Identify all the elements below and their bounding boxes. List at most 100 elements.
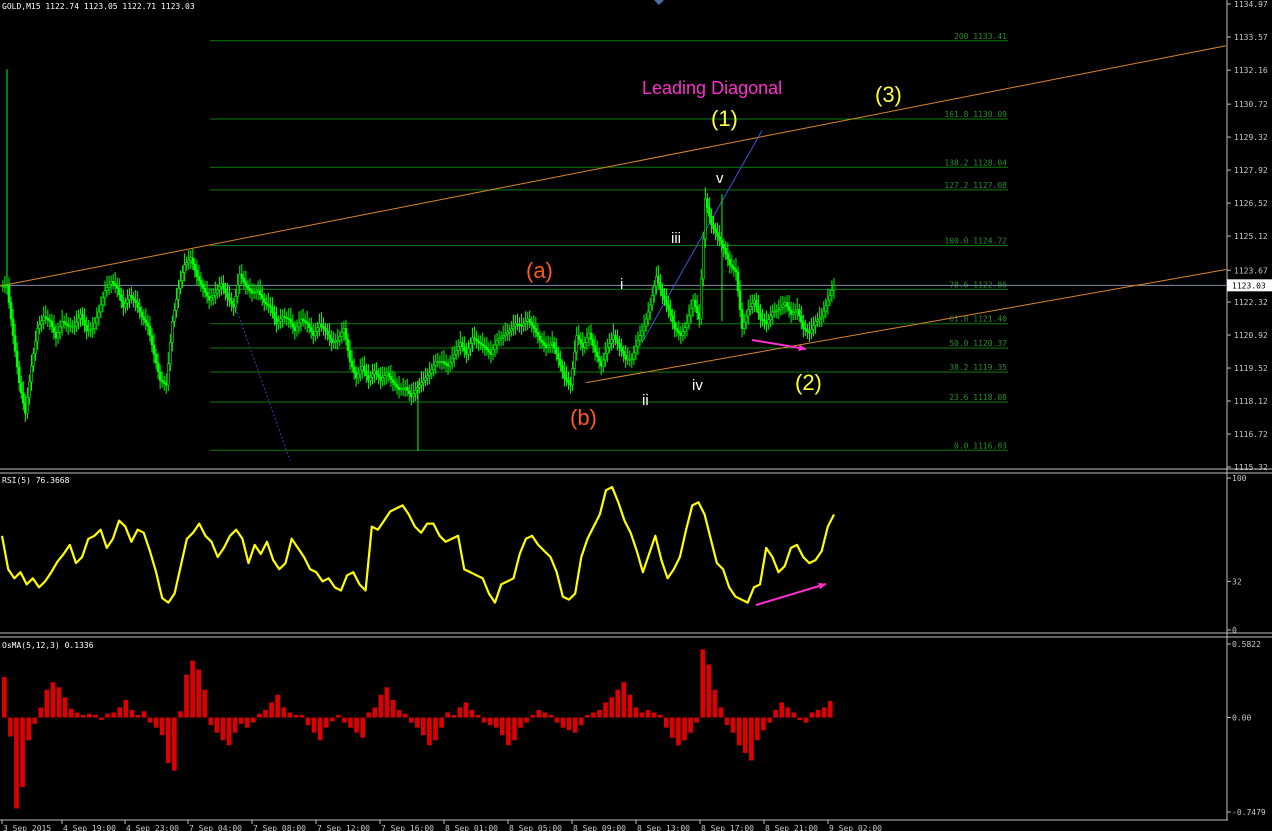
candle-body (17, 366, 21, 383)
osma-bar (281, 707, 287, 718)
candle-body (683, 327, 687, 332)
candle-body (561, 365, 564, 372)
osma-bar (14, 717, 19, 809)
osma-bar (700, 649, 706, 718)
candle-body (687, 315, 691, 325)
price-axis-tick-label: 1120.92 (1234, 331, 1268, 340)
candle-body (524, 321, 527, 325)
candle-body (316, 327, 319, 332)
candle-body (697, 312, 701, 320)
time-axis-tick-label: 4 Sep 23:00 (126, 824, 179, 831)
candle-body (309, 327, 313, 332)
candle-body (512, 325, 515, 329)
candle-body (655, 276, 658, 287)
osma-bar (748, 717, 754, 761)
candle-body (328, 334, 331, 339)
candle-body (436, 361, 440, 363)
fib-level-label: 100.0 1124.72 (944, 237, 1007, 246)
candle-body (608, 343, 611, 348)
fib-level-label: 0.0 1116.03 (954, 441, 1007, 450)
candle-body (610, 339, 613, 344)
osma-bar (275, 694, 280, 718)
candle-body (689, 307, 693, 317)
fib-level-label: 23.6 1118.08 (949, 393, 1007, 402)
osma-bar (554, 717, 560, 723)
candle-body (224, 288, 227, 294)
candle-body (706, 198, 709, 208)
osma-bar (68, 708, 74, 718)
osma-bar (299, 715, 305, 718)
candle-body (338, 336, 342, 341)
candle-body (546, 345, 550, 348)
candle-body (503, 333, 507, 336)
fib-level-label: 127.2 1127.08 (944, 181, 1007, 190)
candle-body (520, 325, 523, 327)
osma-bar (809, 712, 815, 718)
candle-body (373, 370, 376, 375)
candle-body (806, 329, 809, 332)
candle-body (154, 354, 158, 364)
candle-body (340, 332, 344, 337)
candle-body (117, 288, 121, 295)
candle-body (495, 339, 499, 346)
candle-body (42, 316, 46, 321)
candle-body (722, 244, 726, 249)
candle-body (454, 350, 458, 355)
candle-body (142, 316, 146, 321)
candle-body (475, 339, 478, 342)
candle-body (665, 299, 668, 306)
osma-bar (196, 669, 202, 718)
candle-body (638, 335, 642, 341)
candle-body (162, 381, 166, 384)
candle-body (189, 257, 193, 261)
candle-body (191, 257, 195, 265)
candle-body (181, 272, 184, 281)
trading-chart[interactable]: 200 1133.41 161.8 1130.09 138.2 1128.04 127… (0, 0, 1272, 831)
candle-body (669, 309, 672, 317)
candle-body (260, 294, 264, 299)
fib-level-label: 161.8 1130.09 (944, 110, 1007, 119)
candle-body (695, 306, 699, 314)
candle-body (438, 361, 442, 363)
candle-body (736, 271, 740, 292)
candle-body (307, 323, 311, 328)
osma-bar (172, 717, 177, 771)
candle-body (452, 354, 456, 359)
osma-bar (26, 717, 31, 741)
time-axis-tick-label: 8 Sep 13:00 (637, 824, 690, 831)
candle-body (636, 339, 640, 347)
candle-body (281, 316, 284, 320)
osma-bar (548, 715, 554, 718)
candle-body (491, 349, 495, 355)
annotations: Leading Diagonal (1) (2) (3) (a) (b) i i… (526, 78, 902, 430)
osma-bar (445, 712, 451, 718)
time-axis-tick-label: 8 Sep 05:00 (509, 824, 562, 831)
osma-bar (263, 709, 268, 718)
fib-level-label: 138.2 1128.04 (944, 158, 1007, 167)
osma-bar (305, 717, 311, 726)
candle-body (383, 375, 387, 379)
osma-bar (530, 715, 536, 718)
candle-body (275, 317, 278, 325)
candle-body (103, 290, 107, 299)
scroll-marker-icon[interactable] (654, 0, 664, 5)
candle-body (50, 321, 54, 328)
candle-body (830, 289, 834, 296)
osma-bar (706, 664, 712, 718)
osma-bar (165, 717, 171, 764)
candle-body (195, 270, 199, 277)
osma-bar (542, 712, 548, 718)
candle-body (242, 277, 246, 283)
candle-body (105, 287, 109, 292)
candle-body (691, 299, 695, 309)
candle-body (501, 335, 505, 338)
candle-body (534, 328, 538, 333)
candle-body (597, 356, 601, 362)
osma-bar (311, 717, 317, 733)
price-panel: 200 1133.41 161.8 1130.09 138.2 1128.04 127… (0, 32, 1227, 606)
candle-body (446, 364, 450, 367)
price-axis-tick-label: 1122.32 (1234, 298, 1268, 307)
candle-body (579, 339, 583, 344)
osma-axis-tick-label: 0.00 (1232, 714, 1251, 723)
candle-body (250, 290, 254, 294)
